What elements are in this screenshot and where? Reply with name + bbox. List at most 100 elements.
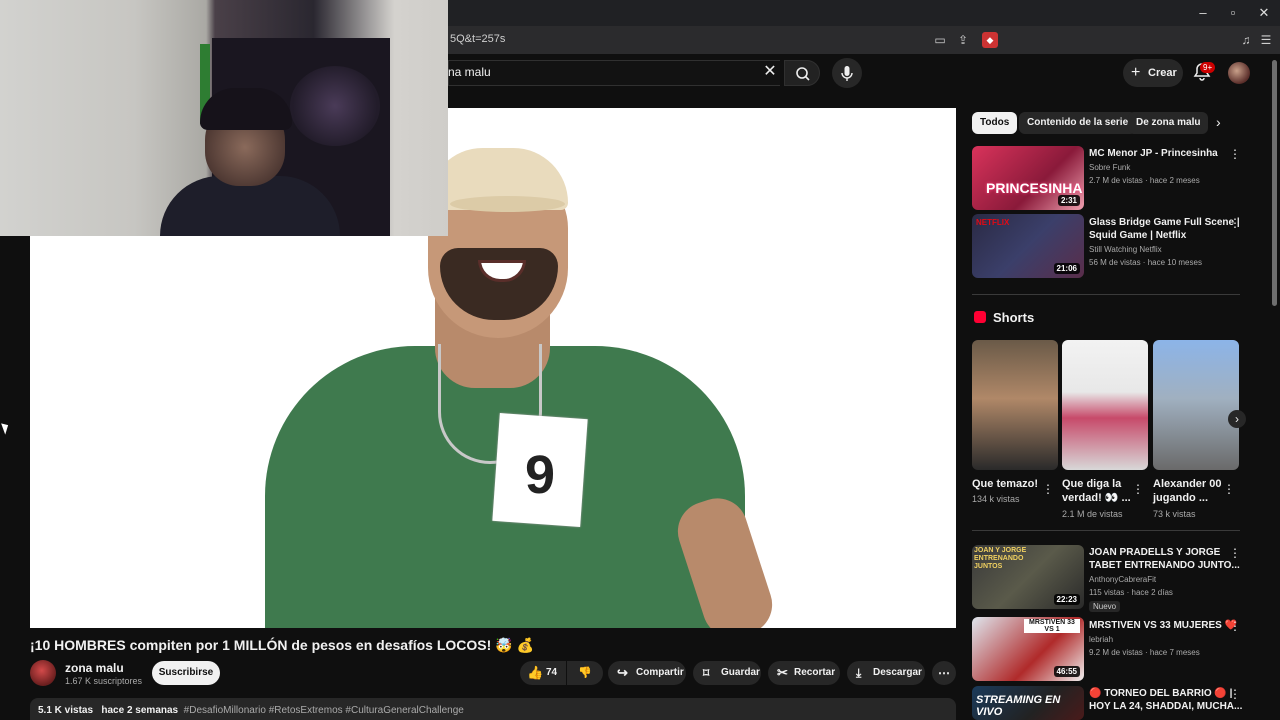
- new-badge: Nuevo: [1089, 601, 1121, 612]
- more-actions-button[interactable]: ⋯: [932, 661, 956, 685]
- voice-search-button[interactable]: [832, 58, 862, 88]
- rec-menu-icon[interactable]: ⋮: [1229, 217, 1241, 229]
- webcam-overlay: [0, 0, 448, 236]
- thumbnail-text: NETFLIX: [976, 218, 1010, 227]
- dislike-button[interactable]: 👎: [567, 661, 603, 685]
- save-label: Guardar: [721, 667, 760, 678]
- share-arrow-icon: ↪: [617, 665, 628, 680]
- channel-avatar[interactable]: [30, 660, 56, 686]
- rec-title[interactable]: MC Menor JP - Princesinha: [1089, 147, 1218, 160]
- rec-menu-icon[interactable]: ⋮: [1229, 688, 1241, 700]
- close-window-button[interactable]: ✕: [1249, 4, 1279, 22]
- menu-icon[interactable]: ☰: [1258, 32, 1274, 48]
- description-summary: 5.1 K vistas hace 2 semanas #DesafioMill…: [38, 705, 464, 716]
- rec-menu-icon[interactable]: ⋮: [1229, 148, 1241, 160]
- share-page-icon[interactable]: ⇪: [955, 32, 971, 48]
- scissors-icon: ✂: [777, 665, 788, 680]
- video-duration: 2:31: [1057, 195, 1080, 206]
- rec-thumbnail[interactable]: PRINCESINHA 2:31: [972, 146, 1084, 210]
- chip-todos[interactable]: Todos: [972, 112, 1018, 134]
- microphone-icon: [841, 66, 853, 81]
- url-text[interactable]: 5Q&t=257s: [450, 33, 505, 45]
- short-views: 134 k vistas: [972, 494, 1020, 504]
- upload-date: hace 2 semanas: [101, 705, 179, 716]
- short-title[interactable]: Que temazo!: [972, 477, 1038, 491]
- subscriber-count: 1.67 K suscriptores: [65, 676, 143, 686]
- share-label: Compartir: [636, 667, 684, 678]
- section-divider: [972, 294, 1240, 295]
- short-menu-icon[interactable]: ⋮: [1132, 483, 1144, 495]
- rec-menu-icon[interactable]: ⋮: [1229, 547, 1241, 559]
- short-views: 2.1 M de vistas: [1062, 509, 1123, 519]
- rec-channel[interactable]: lebriah: [1089, 635, 1113, 644]
- mouse-cursor-icon: [1, 421, 11, 435]
- search-input-box[interactable]: [448, 60, 780, 86]
- section-divider: [972, 530, 1240, 531]
- webcam-cabinet-glow: [290, 66, 380, 146]
- music-icon[interactable]: ♫: [1238, 32, 1254, 48]
- save-button[interactable]: ⌑ Guardar: [693, 661, 761, 685]
- short-thumbnail[interactable]: [972, 340, 1058, 470]
- plus-icon: +: [1131, 64, 1141, 81]
- search-icon: [796, 67, 810, 81]
- short-title-line2[interactable]: verdad! 👀 ...: [1062, 491, 1131, 505]
- rec-meta: 9.2 M de vistas · hace 7 meses: [1089, 648, 1200, 657]
- create-label: Crear: [1148, 67, 1177, 79]
- short-title-line1[interactable]: Alexander 00: [1153, 477, 1221, 491]
- short-menu-icon[interactable]: ⋮: [1223, 483, 1235, 495]
- maximize-button[interactable]: ▫: [1218, 4, 1248, 22]
- account-avatar[interactable]: [1228, 62, 1250, 84]
- subscribe-button[interactable]: Suscribirse: [152, 661, 220, 685]
- brave-shield-icon[interactable]: ◆: [982, 32, 998, 48]
- rec-title-line1[interactable]: JOAN PRADELLS Y JORGE: [1089, 546, 1220, 559]
- rec-title-line1[interactable]: 🔴 TORNEO DEL BARRIO 🔴 |: [1089, 687, 1232, 700]
- shorts-next-chevron-icon[interactable]: ›: [1228, 410, 1246, 428]
- rec-meta: 56 M de vistas · hace 10 meses: [1089, 258, 1202, 267]
- thumbnail-text: STREAMING EN VIVO: [976, 694, 1061, 718]
- chip-from-zona-malu[interactable]: De zona malu: [1128, 112, 1209, 134]
- chips-next-chevron-icon[interactable]: ›: [1216, 114, 1221, 130]
- video-duration: 46:55: [1053, 666, 1080, 677]
- rec-thumbnail[interactable]: MRSTIVEN 33 VS 1 46:55: [972, 617, 1084, 681]
- hashtags[interactable]: #DesafioMillonario #RetosExtremos #Cultu…: [184, 705, 464, 716]
- rec-channel[interactable]: AnthonyCabreraFit: [1089, 575, 1156, 584]
- rec-title-line2[interactable]: HOY LA 24, SHADDAI, MUCHA...: [1089, 700, 1242, 713]
- rec-title[interactable]: MRSTIVEN VS 33 MUJERES ❤️: [1089, 619, 1237, 632]
- channel-name[interactable]: zona malu: [65, 661, 124, 675]
- thumbnail-text: PRINCESINHA: [986, 180, 1083, 196]
- chip-series-content[interactable]: Contenido de la serie: [1019, 112, 1137, 134]
- rec-title-line2[interactable]: Squid Game | Netflix: [1089, 229, 1186, 242]
- search-input[interactable]: na malu: [448, 65, 491, 79]
- rec-thumbnail[interactable]: STREAMING EN VIVO: [972, 686, 1084, 720]
- rec-thumbnail[interactable]: JOAN Y JORGE ENTRENANDO JUNTOS 22:23: [972, 545, 1084, 609]
- create-button[interactable]: + Crear: [1123, 59, 1183, 87]
- short-title-line1[interactable]: Que diga la: [1062, 477, 1121, 491]
- rec-channel[interactable]: Sobre Funk: [1089, 163, 1130, 172]
- rec-meta: 2.7 M de vistas · hace 2 meses: [1089, 176, 1200, 185]
- like-count: 74: [546, 667, 558, 678]
- thumbs-down-icon: 👎: [578, 667, 592, 679]
- cast-icon[interactable]: ▭: [932, 32, 948, 48]
- rec-thumbnail[interactable]: NETFLIX 21:06: [972, 214, 1084, 278]
- rec-title-line2[interactable]: TABET ENTRENANDO JUNTO...: [1089, 559, 1240, 572]
- short-menu-icon[interactable]: ⋮: [1042, 483, 1054, 495]
- rec-title-line1[interactable]: Glass Bridge Game Full Scene |: [1089, 216, 1240, 229]
- short-title-line2[interactable]: jugando ...: [1153, 491, 1208, 505]
- short-thumbnail[interactable]: [1062, 340, 1148, 470]
- download-button[interactable]: ⤓ Descargar: [847, 661, 925, 685]
- video-frame-tag-number: 9: [524, 445, 556, 505]
- thumbnail-text: MRSTIVEN 33 VS 1: [1024, 619, 1080, 633]
- video-title: ¡10 HOMBRES compiten por 1 MILLÓN de pes…: [30, 637, 534, 653]
- short-views: 73 k vistas: [1153, 509, 1196, 519]
- like-button[interactable]: 👍 74: [520, 661, 566, 685]
- search-button[interactable]: [784, 60, 820, 86]
- minimize-button[interactable]: –: [1188, 4, 1218, 22]
- clear-search-icon[interactable]: ✕: [760, 62, 780, 82]
- page-scrollbar[interactable]: [1272, 60, 1277, 306]
- share-button[interactable]: ↪ Compartir: [608, 661, 686, 685]
- shorts-heading: Shorts: [993, 310, 1035, 325]
- rec-channel[interactable]: Still Watching Netflix: [1089, 245, 1162, 254]
- rec-menu-icon[interactable]: ⋮: [1229, 620, 1241, 632]
- clip-button[interactable]: ✂ Recortar: [768, 661, 840, 685]
- short-thumbnail[interactable]: [1153, 340, 1239, 470]
